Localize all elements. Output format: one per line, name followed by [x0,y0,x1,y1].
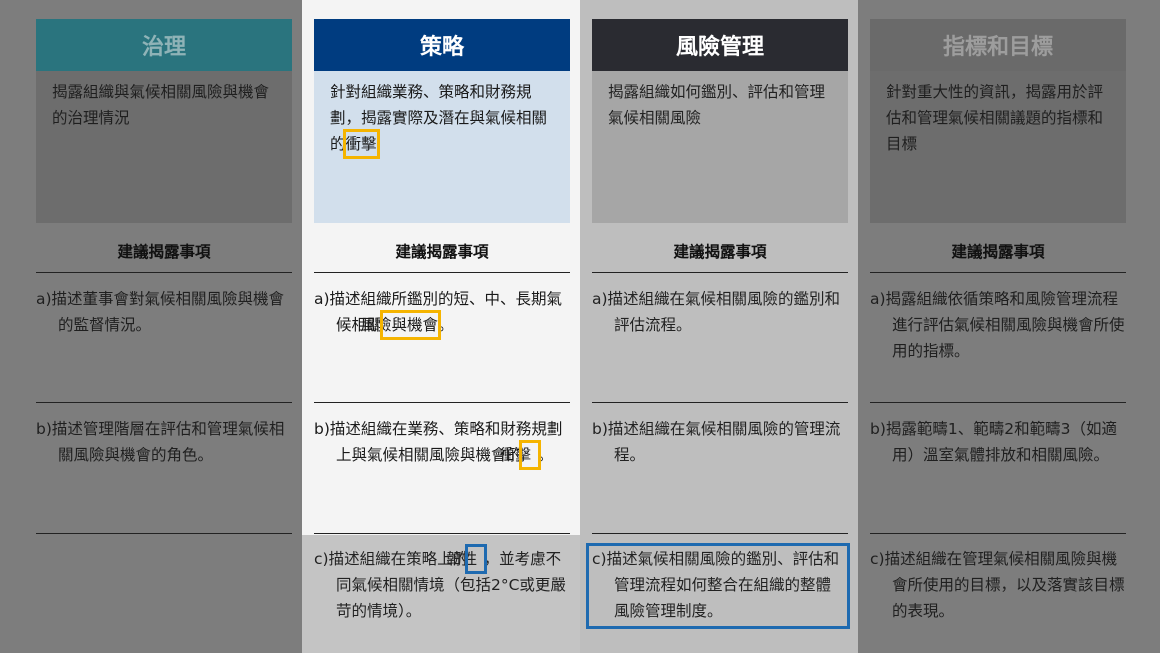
strategy-divider-3 [314,533,570,534]
risk-description: 揭露組織如何鑑別、評估和管理氣候相關風險 [592,71,848,223]
item-text: 揭露組織依循策略和風險管理流程進行評估氣候相關風險與機會所使用的指標。 [885,290,1125,360]
metrics-divider-2 [870,402,1126,403]
metrics-column: 指標和目標 針對重大性的資訊，揭露用於評估和管理氣候相關議題的指標和目標 建議揭… [858,0,1160,653]
item-label: a) [592,290,608,308]
governance-description: 揭露組織與氣候相關風險與機會的治理情況 [36,71,292,223]
governance-column: 治理 揭露組織與氣候相關風險與機會的治理情況 建議揭露事項 a)描述董事會對氣候… [0,0,302,653]
metrics-description: 針對重大性的資訊，揭露用於評估和管理氣候相關議題的指標和目標 [870,71,1126,223]
item-label: b) [870,420,886,438]
item-text: 描述組織在氣候相關風險的管理流程。 [607,420,841,464]
governance-divider-2 [36,402,292,403]
item-text-end: 。 [537,446,554,464]
strategy-divider-2 [314,402,570,403]
impact-highlight-b: 衝擊 [500,440,540,470]
strategy-description: 針對組織業務、策略和財務規劃，揭露實際及潛在與氣候相關的衝擊 [314,71,570,223]
item-label: b) [314,420,330,438]
risk-title: 風險管理 [592,19,848,71]
item-label: b) [36,420,52,438]
item-label: c) [870,550,885,568]
strategy-item-b: b)描述組織在業務、策略和財務規劃上與氣候相關風險與機會的衝擊。 [314,416,570,470]
item-label: c) [314,550,329,568]
risk-divider-3 [592,533,848,534]
metrics-subheading: 建議揭露事項 [951,243,1045,261]
governance-subheading: 建議揭露事項 [117,243,211,261]
governance-title: 治理 [36,19,292,71]
metrics-title: 指標和目標 [870,19,1126,71]
impact-highlight: 衝擊 [342,129,380,159]
metrics-divider-3 [870,533,1126,534]
strategy-title: 策略 [314,19,570,71]
risk-integration-highlight-box [586,543,850,629]
item-text: 揭露範疇1、範疇2和範疇3（如適用）溫室氣體排放和相關風險。 [885,420,1117,464]
item-text-end: 。 [438,316,454,334]
risk-column: 風險管理 揭露組織如何鑑別、評估和管理氣候相關風險 建議揭露事項 a)描述組織在… [580,0,858,653]
governance-divider-3 [36,533,292,534]
metrics-item-c: c)描述組織在管理氣候相關風險與機會所使用的目標，以及落實該目標的表現。 [870,546,1126,624]
risk-divider-1 [592,272,848,273]
governance-item-b: b)描述管理階層在評估和管理氣候相關風險與機會的角色。 [36,416,292,468]
item-label: a) [870,290,886,308]
metrics-item-b: b)揭露範疇1、範疇2和範疇3（如適用）溫室氣體排放和相關風險。 [870,416,1126,468]
metrics-item-a: a)揭露組織依循策略和風險管理流程進行評估氣候相關風險與機會所使用的指標。 [870,286,1126,364]
risk-opportunity-highlight: 風險與機會 [361,310,441,340]
governance-item-a: a)描述董事會對氣候相關風險與機會的監督情況。 [36,286,292,338]
risk-item-a: a)描述組織在氣候相關風險的鑑別和評估流程。 [592,286,848,338]
item-label: a) [36,290,52,308]
item-label: a) [314,290,330,308]
metrics-divider-1 [870,272,1126,273]
item-text: 描述組織在管理氣候相關風險與機會所使用的目標，以及落實該目標的表現。 [884,550,1125,620]
item-text: 描述董事會對氣候相關風險與機會的監督情況。 [51,290,285,334]
strategy-divider-1 [314,272,570,273]
item-text: 描述管理階層在評估和管理氣候相關風險與機會的角色。 [51,420,285,464]
risk-divider-2 [592,402,848,403]
governance-divider-1 [36,272,292,273]
resilience-highlight: 韌性 [446,544,487,574]
item-label: b) [592,420,608,438]
strategy-item-a: a)描述組織所鑑別的短、中、長期氣候相關風險與機會。 [314,286,570,340]
risk-subheading: 建議揭露事項 [673,243,767,261]
strategy-subheading: 建議揭露事項 [395,243,489,261]
item-text: 描述組織在氣候相關風險的鑑別和評估流程。 [607,290,841,334]
risk-item-b: b)描述組織在氣候相關風險的管理流程。 [592,416,848,468]
strategy-item-c: c)描述組織在策略上的韌性 ，並考慮不同氣候相關情境（包括2°C或更嚴苛的情境）。 [314,544,570,624]
